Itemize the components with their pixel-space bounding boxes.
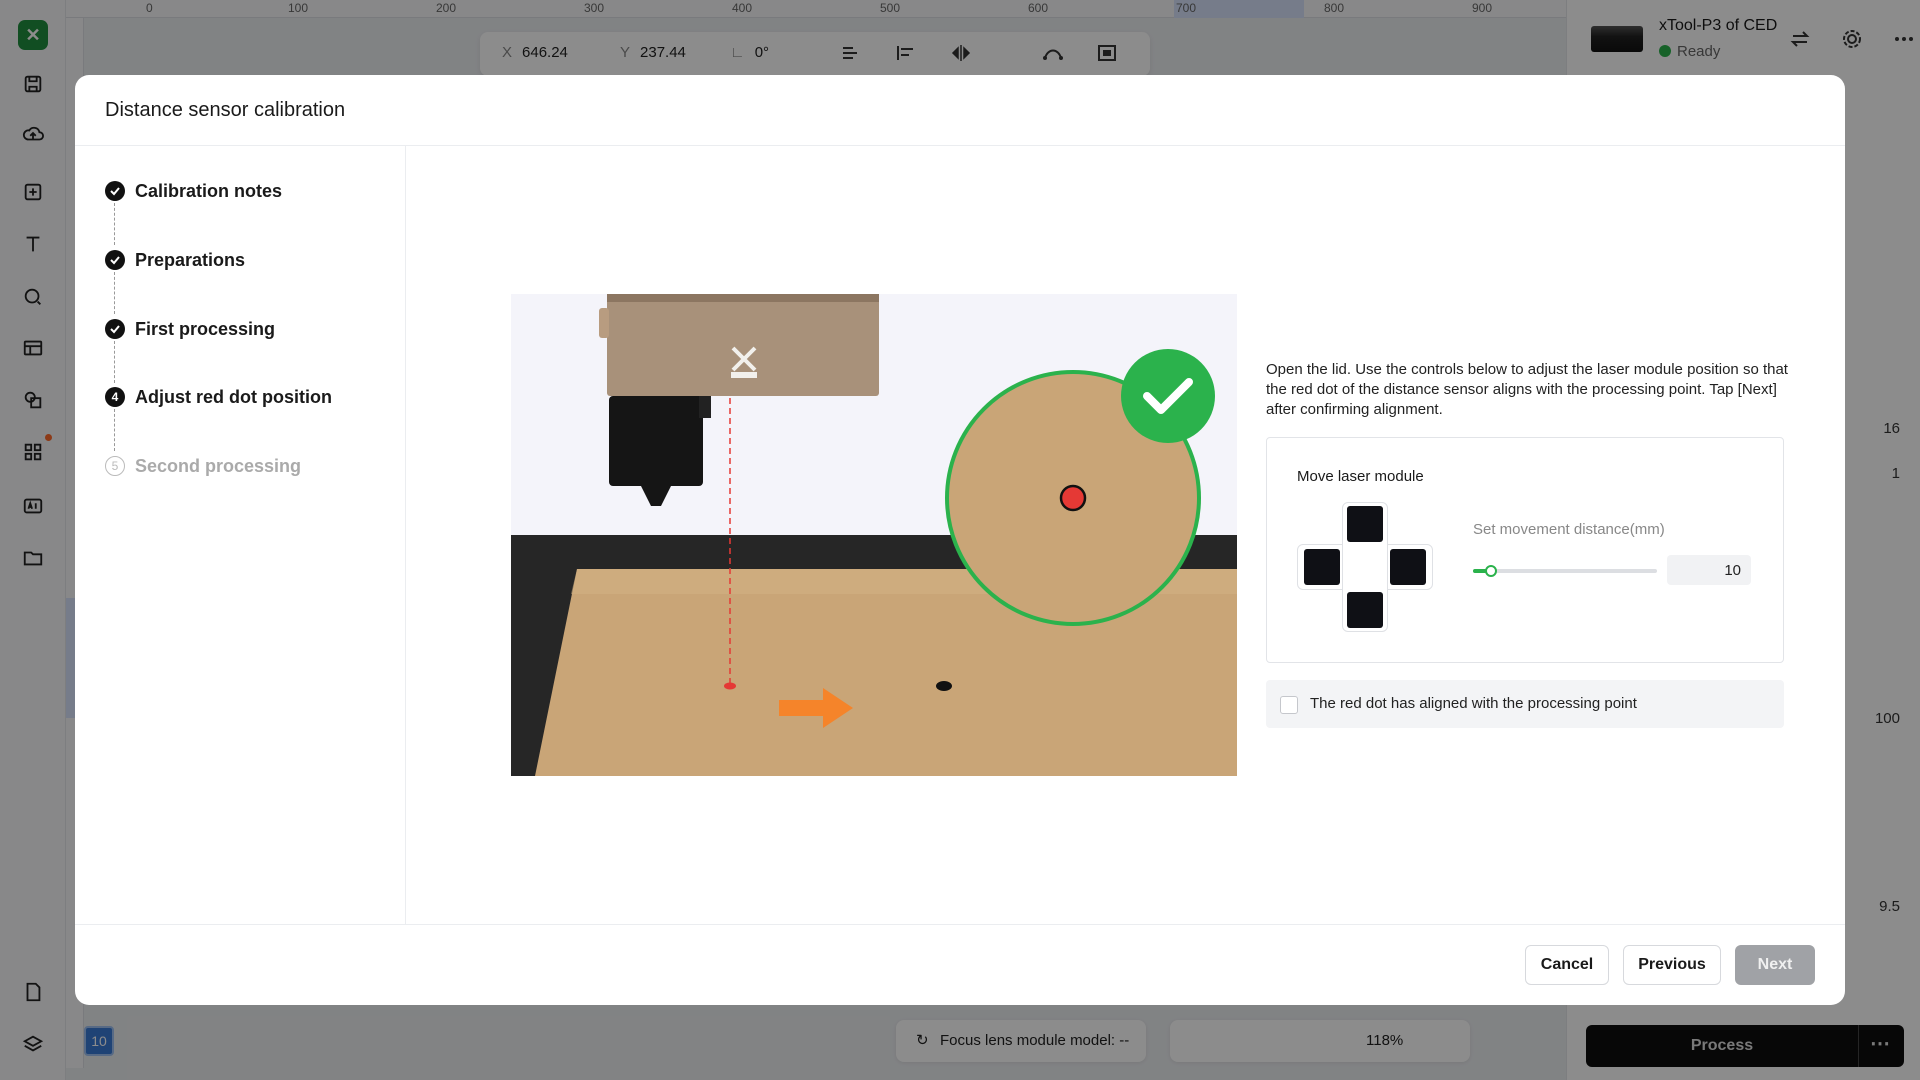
move-laser-title: Move laser module [1297,468,1424,485]
movement-distance-slider[interactable] [1473,564,1657,578]
step-second-processing: 5 Second processing [105,452,365,480]
step-label: Calibration notes [135,181,283,201]
check-icon [105,181,125,201]
step-number: 4 [105,387,125,407]
calibration-dialog: Distance sensor calibration Calibration … [75,75,1845,1005]
step-first-processing: First processing [105,315,365,383]
calibration-illustration [511,294,1237,776]
movement-distance-input[interactable] [1667,555,1751,585]
move-down-button[interactable] [1347,592,1383,628]
cancel-button[interactable]: Cancel [1525,945,1609,985]
instruction-text: Open the lid. Use the controls below to … [1266,361,1788,418]
previous-button[interactable]: Previous [1623,945,1721,985]
move-laser-panel: Move laser module Set movement distance(… [1266,437,1784,663]
step-preparations: Preparations [105,246,365,314]
dialog-title: Distance sensor calibration [105,99,346,121]
step-label: Preparations [135,250,246,270]
check-icon [105,250,125,270]
step-label: First processing [135,319,276,339]
direction-pad [1297,502,1433,632]
movement-distance-label: Set movement distance(mm) [1473,521,1665,538]
alignment-confirm-label: The red dot has aligned with the process… [1310,695,1637,712]
alignment-checkbox[interactable] [1280,696,1298,714]
move-left-button[interactable] [1304,549,1340,585]
step-calibration-notes: Calibration notes [105,177,365,245]
step-number: 5 [105,456,125,476]
step-label: Adjust red dot position [135,387,332,407]
move-up-button[interactable] [1347,506,1383,542]
step-adjust-red-dot: 4 Adjust red dot position [105,383,365,451]
slider-thumb[interactable] [1485,565,1497,577]
check-icon [105,319,125,339]
next-button[interactable]: Next [1735,945,1815,985]
alignment-confirm-row[interactable]: The red dot has aligned with the process… [1266,680,1784,728]
step-label: Second processing [135,456,302,476]
move-right-button[interactable] [1390,549,1426,585]
